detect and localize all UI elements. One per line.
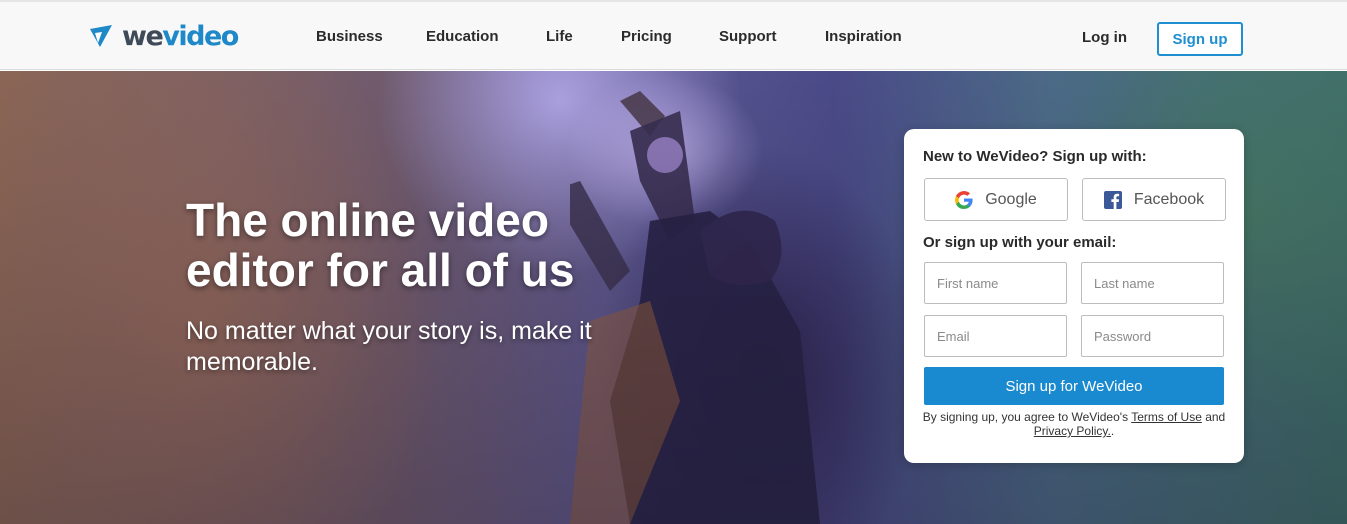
signup-card: New to WeVideo? Sign up with: Google Fac…: [904, 129, 1244, 463]
nav-item-life[interactable]: Life: [546, 28, 573, 45]
hero-section: The online video editor for all of us No…: [0, 71, 1347, 524]
google-button-label: Google: [985, 190, 1037, 208]
google-icon: [955, 190, 973, 209]
nav-item-pricing[interactable]: Pricing: [621, 28, 672, 45]
hero-subheadline: No matter what your story is, make it me…: [186, 317, 592, 376]
email-field[interactable]: [924, 315, 1067, 357]
nav-item-business[interactable]: Business: [316, 28, 383, 45]
first-name-field[interactable]: [924, 262, 1067, 304]
logo-wordmark: wevideo: [122, 20, 239, 52]
login-link[interactable]: Log in: [1082, 29, 1127, 46]
password-field[interactable]: [1081, 315, 1224, 357]
hero-headline: The online video editor for all of us: [186, 194, 575, 296]
legal-suffix: .: [1110, 424, 1115, 438]
legal-prefix: By signing up, you agree to WeVideo's: [922, 410, 1132, 424]
wevideo-logo[interactable]: wevideo: [88, 16, 239, 56]
terms-of-use-link[interactable]: Terms of Use: [1131, 410, 1202, 424]
nav-item-inspiration[interactable]: Inspiration: [825, 28, 902, 45]
last-name-field[interactable]: [1081, 262, 1224, 304]
legal-notice: By signing up, you agree to WeVideo's Te…: [916, 410, 1232, 438]
signup-card-title: New to WeVideo? Sign up with:: [923, 148, 1147, 165]
nav-item-education[interactable]: Education: [426, 28, 499, 45]
wevideo-logo-icon: [90, 25, 112, 47]
privacy-policy-link[interactable]: Privacy Policy.: [1034, 424, 1111, 438]
facebook-signup-button[interactable]: Facebook: [1082, 178, 1226, 221]
facebook-button-label: Facebook: [1133, 190, 1205, 208]
email-signup-label: Or sign up with your email:: [923, 234, 1117, 251]
google-signup-button[interactable]: Google: [924, 178, 1068, 221]
header-signup-button[interactable]: Sign up: [1157, 22, 1243, 56]
signup-submit-button[interactable]: Sign up for WeVideo: [924, 367, 1224, 405]
facebook-icon: [1103, 190, 1122, 209]
nav-item-support[interactable]: Support: [719, 28, 777, 45]
top-navigation-bar: wevideo Business Education Life Pricing …: [0, 0, 1347, 70]
legal-and: and: [1201, 410, 1226, 424]
